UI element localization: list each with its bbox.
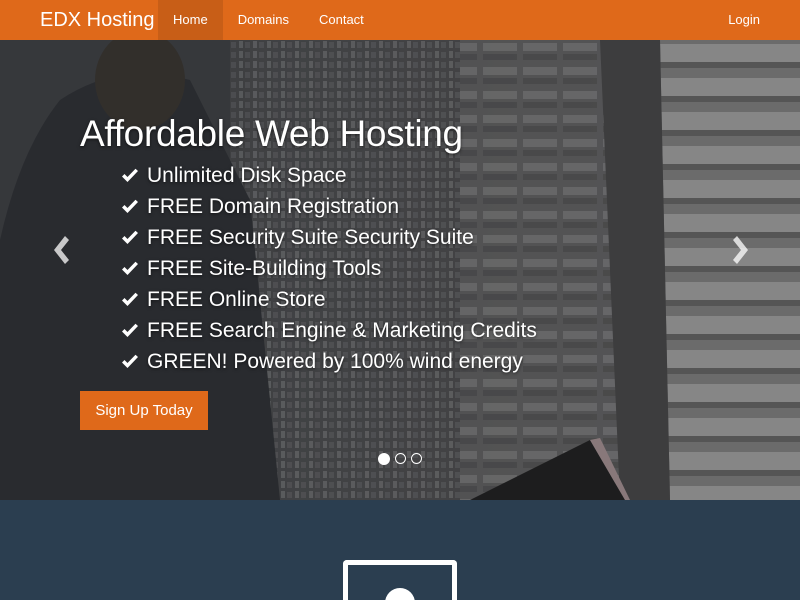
features-section (0, 500, 800, 600)
check-icon (122, 230, 138, 244)
feature-item: Unlimited Disk Space (120, 160, 720, 191)
brand-logo[interactable]: EDX Hosting (0, 0, 158, 40)
login-link[interactable]: Login (728, 0, 800, 40)
feature-text: FREE Security Suite Security Suite (147, 226, 474, 249)
chevron-left-icon[interactable] (45, 230, 75, 270)
feature-text: FREE Search Engine & Marketing Credits (147, 319, 537, 342)
monitor-icon (343, 560, 457, 600)
feature-list: Unlimited Disk Space FREE Domain Registr… (80, 160, 720, 377)
feature-text: Unlimited Disk Space (147, 164, 347, 187)
nav-menu: Home Domains Contact (158, 0, 379, 40)
feature-item: FREE Online Store (120, 284, 720, 315)
chevron-right-icon[interactable] (727, 230, 757, 270)
hero-title: Affordable Web Hosting (80, 113, 463, 154)
monitor-icon-dot (385, 588, 415, 600)
hero-carousel: Affordable Web Hosting Unlimited Disk Sp… (0, 40, 800, 500)
check-icon (122, 168, 138, 182)
nav-item-domains[interactable]: Domains (223, 0, 304, 40)
check-icon (122, 261, 138, 275)
feature-item: FREE Site-Building Tools (120, 253, 720, 284)
check-icon (122, 323, 138, 337)
feature-text: FREE Domain Registration (147, 195, 400, 218)
feature-text: GREEN! Powered by 100% wind energy (147, 350, 523, 373)
check-icon (122, 354, 138, 368)
feature-item: FREE Security Suite Security Suite (120, 222, 720, 253)
hero-content: Affordable Web Hosting Unlimited Disk Sp… (80, 112, 720, 377)
carousel-dot[interactable] (411, 453, 422, 464)
sign-up-button[interactable]: Sign Up Today (80, 391, 208, 430)
feature-item: GREEN! Powered by 100% wind energy (120, 346, 720, 377)
check-icon (122, 199, 138, 213)
carousel-dot[interactable] (378, 452, 390, 465)
nav-item-contact[interactable]: Contact (304, 0, 379, 40)
feature-text: FREE Online Store (147, 288, 326, 311)
top-navbar: EDX Hosting Home Domains Contact Login (0, 0, 800, 40)
feature-text: FREE Site-Building Tools (147, 257, 382, 280)
feature-item: FREE Search Engine & Marketing Credits (120, 315, 720, 346)
carousel-indicators (378, 452, 422, 465)
check-icon (122, 292, 138, 306)
nav-item-home[interactable]: Home (158, 0, 223, 40)
feature-item: FREE Domain Registration (120, 191, 720, 222)
carousel-dot[interactable] (395, 453, 406, 464)
